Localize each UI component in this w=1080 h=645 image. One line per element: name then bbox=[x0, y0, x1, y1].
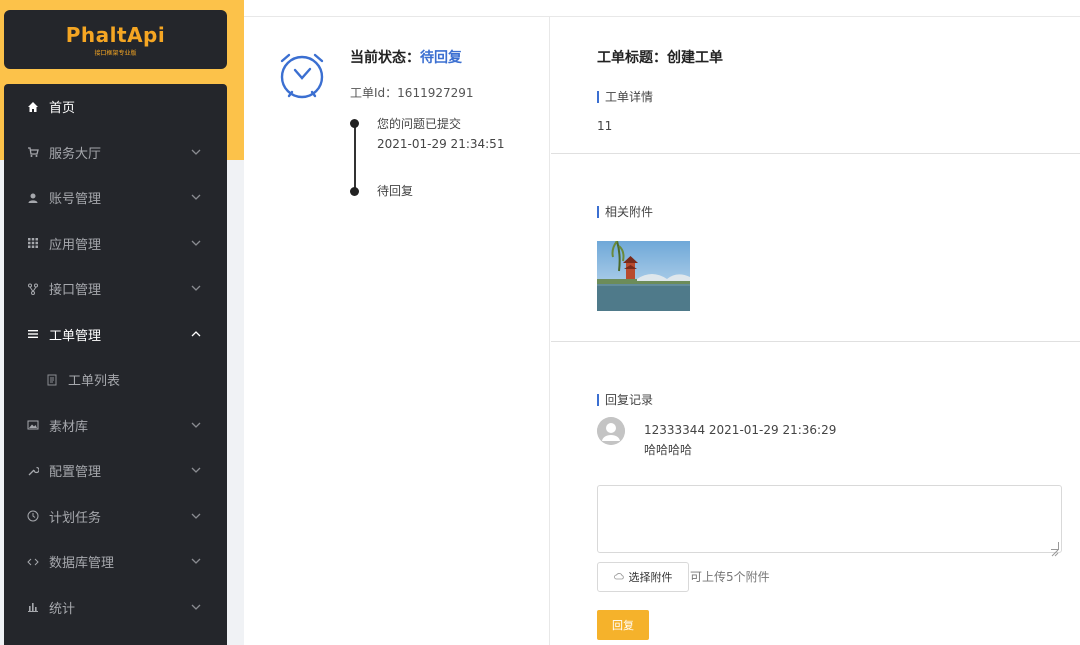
sidebar-item-tickets[interactable]: 工单管理 bbox=[4, 312, 227, 358]
sidebar-item-materials[interactable]: 素材库 bbox=[4, 403, 227, 449]
sidebar-item-label: 统计 bbox=[49, 601, 76, 617]
ticket-title-label: 工单标题： bbox=[597, 50, 667, 66]
document-icon bbox=[45, 373, 59, 387]
sidebar-item-account[interactable]: 账号管理 bbox=[4, 175, 227, 221]
status-value: 待回复 bbox=[420, 50, 462, 66]
timeline-item: 待回复 bbox=[377, 181, 413, 201]
attachment-hint: 可上传5个附件 bbox=[690, 570, 770, 584]
clock-icon bbox=[26, 509, 40, 523]
chevron-down-icon bbox=[191, 238, 201, 249]
attachment-thumbnail[interactable] bbox=[597, 241, 690, 311]
sidebar-item-label: 账号管理 bbox=[49, 192, 102, 208]
logo-subtitle: 接口框架专业版 bbox=[94, 49, 137, 57]
alarm-clock-icon bbox=[274, 47, 330, 103]
sidebar-item-label: 接口管理 bbox=[49, 283, 102, 299]
image-icon bbox=[26, 418, 40, 432]
timeline-item: 您的问题已提交 2021-01-29 21:34:51 bbox=[377, 114, 504, 154]
sidebar-item-service-hall[interactable]: 服务大厅 bbox=[4, 130, 227, 176]
branch-icon bbox=[26, 282, 40, 296]
logo[interactable]: PhaltApi 接口框架专业版 bbox=[4, 10, 227, 69]
sidebar-item-label: 计划任务 bbox=[49, 510, 102, 526]
chevron-down-icon bbox=[191, 420, 201, 431]
ticket-detail-panel: 工单标题：创建工单 工单详情 11 相关附件 回复记录 12333344 202… bbox=[551, 17, 1080, 645]
sidebar-item-config[interactable]: 配置管理 bbox=[4, 448, 227, 494]
timeline-line bbox=[354, 123, 356, 191]
timeline-dot bbox=[350, 187, 359, 196]
cloud-upload-icon bbox=[613, 572, 624, 583]
ticket-id: 工单Id：1611927291 bbox=[350, 84, 474, 101]
reply-user: 12333344 bbox=[644, 423, 706, 437]
ticket-title-value: 创建工单 bbox=[667, 50, 723, 66]
detail-value: 11 bbox=[597, 119, 613, 133]
attachments-heading: 相关附件 bbox=[597, 206, 653, 218]
sidebar-menu: 首页 服务大厅 账号管理 应用管理 接口管理 工单管理 工单列表 素材库 配置管… bbox=[4, 84, 227, 645]
ticket-title: 工单标题：创建工单 bbox=[597, 47, 723, 67]
timeline-item-text: 您的问题已提交 bbox=[377, 117, 462, 131]
chevron-down-icon bbox=[191, 465, 201, 476]
sidebar-item-apps[interactable]: 应用管理 bbox=[4, 221, 227, 267]
home-icon bbox=[26, 100, 40, 114]
reply-textarea[interactable] bbox=[597, 485, 1062, 557]
status-label: 当前状态： bbox=[350, 50, 420, 66]
sidebar-item-statistics[interactable]: 统计 bbox=[4, 585, 227, 631]
ticket-status: 当前状态：待回复 bbox=[350, 47, 462, 67]
replies-section: 回复记录 12333344 2021-01-29 21:36:29 哈哈哈哈 选… bbox=[551, 342, 1080, 645]
wrench-icon bbox=[26, 464, 40, 478]
sidebar-item-label: 素材库 bbox=[49, 419, 89, 435]
chevron-down-icon bbox=[191, 556, 201, 567]
reply-record: 12333344 2021-01-29 21:36:29 哈哈哈哈 bbox=[644, 420, 836, 460]
list-icon bbox=[26, 327, 40, 341]
main-content: 当前状态：待回复 工单Id：1611927291 您的问题已提交 2021-01… bbox=[244, 0, 1080, 645]
sidebar-item-label: 服务大厅 bbox=[49, 146, 102, 162]
reply-time: 2021-01-29 21:36:29 bbox=[708, 423, 837, 437]
chevron-down-icon bbox=[191, 602, 201, 613]
reply-button[interactable]: 回复 bbox=[597, 610, 649, 640]
detail-heading: 工单详情 bbox=[597, 91, 653, 103]
logo-text: PhaltApi bbox=[65, 22, 166, 47]
ticket-detail-section: 工单标题：创建工单 工单详情 11 bbox=[551, 17, 1080, 154]
timeline-dot bbox=[350, 119, 359, 128]
sidebar-item-label: 应用管理 bbox=[49, 237, 102, 253]
chevron-down-icon bbox=[191, 147, 201, 158]
reply-header: 12333344 2021-01-29 21:36:29 bbox=[644, 420, 836, 440]
cart-icon bbox=[26, 145, 40, 159]
sidebar-item-ticket-list[interactable]: 工单列表 bbox=[4, 357, 227, 403]
sidebar: PhaltApi 接口框架专业版 首页 服务大厅 账号管理 应用管理 接口管理 … bbox=[0, 0, 244, 645]
sidebar-item-label: 配置管理 bbox=[49, 465, 102, 481]
sidebar-item-label: 首页 bbox=[49, 101, 76, 117]
sidebar-item-scheduled[interactable]: 计划任务 bbox=[4, 494, 227, 540]
reply-content: 哈哈哈哈 bbox=[644, 443, 693, 457]
ticket-id-value: 1611927291 bbox=[397, 86, 474, 100]
chevron-down-icon bbox=[191, 511, 201, 522]
attachments-section: 相关附件 bbox=[551, 154, 1080, 342]
sidebar-item-label: 工单管理 bbox=[49, 328, 102, 344]
ticket-status-panel: 当前状态：待回复 工单Id：1611927291 您的问题已提交 2021-01… bbox=[244, 17, 550, 645]
sidebar-item-home[interactable]: 首页 bbox=[4, 84, 227, 130]
chevron-up-icon bbox=[191, 329, 201, 340]
chevron-down-icon bbox=[191, 192, 201, 203]
select-attachment-button[interactable]: 选择附件 bbox=[597, 562, 689, 592]
sidebar-item-database[interactable]: 数据库管理 bbox=[4, 539, 227, 585]
user-icon bbox=[26, 191, 40, 205]
ticket-id-label: 工单Id： bbox=[350, 86, 398, 100]
sidebar-item-api[interactable]: 接口管理 bbox=[4, 266, 227, 312]
replies-heading: 回复记录 bbox=[597, 394, 653, 406]
timeline-item-time: 2021-01-29 21:34:51 bbox=[377, 137, 505, 151]
code-icon bbox=[26, 555, 40, 569]
sidebar-item-label: 数据库管理 bbox=[49, 556, 115, 572]
chevron-down-icon bbox=[191, 283, 201, 294]
timeline-item-text: 待回复 bbox=[377, 184, 414, 198]
sidebar-item-label: 工单列表 bbox=[68, 374, 121, 390]
bar-chart-icon bbox=[26, 600, 40, 614]
resize-handle-icon[interactable] bbox=[1051, 542, 1059, 557]
select-attachment-label: 选择附件 bbox=[628, 571, 673, 584]
grid-icon bbox=[26, 236, 40, 250]
avatar bbox=[597, 417, 625, 445]
